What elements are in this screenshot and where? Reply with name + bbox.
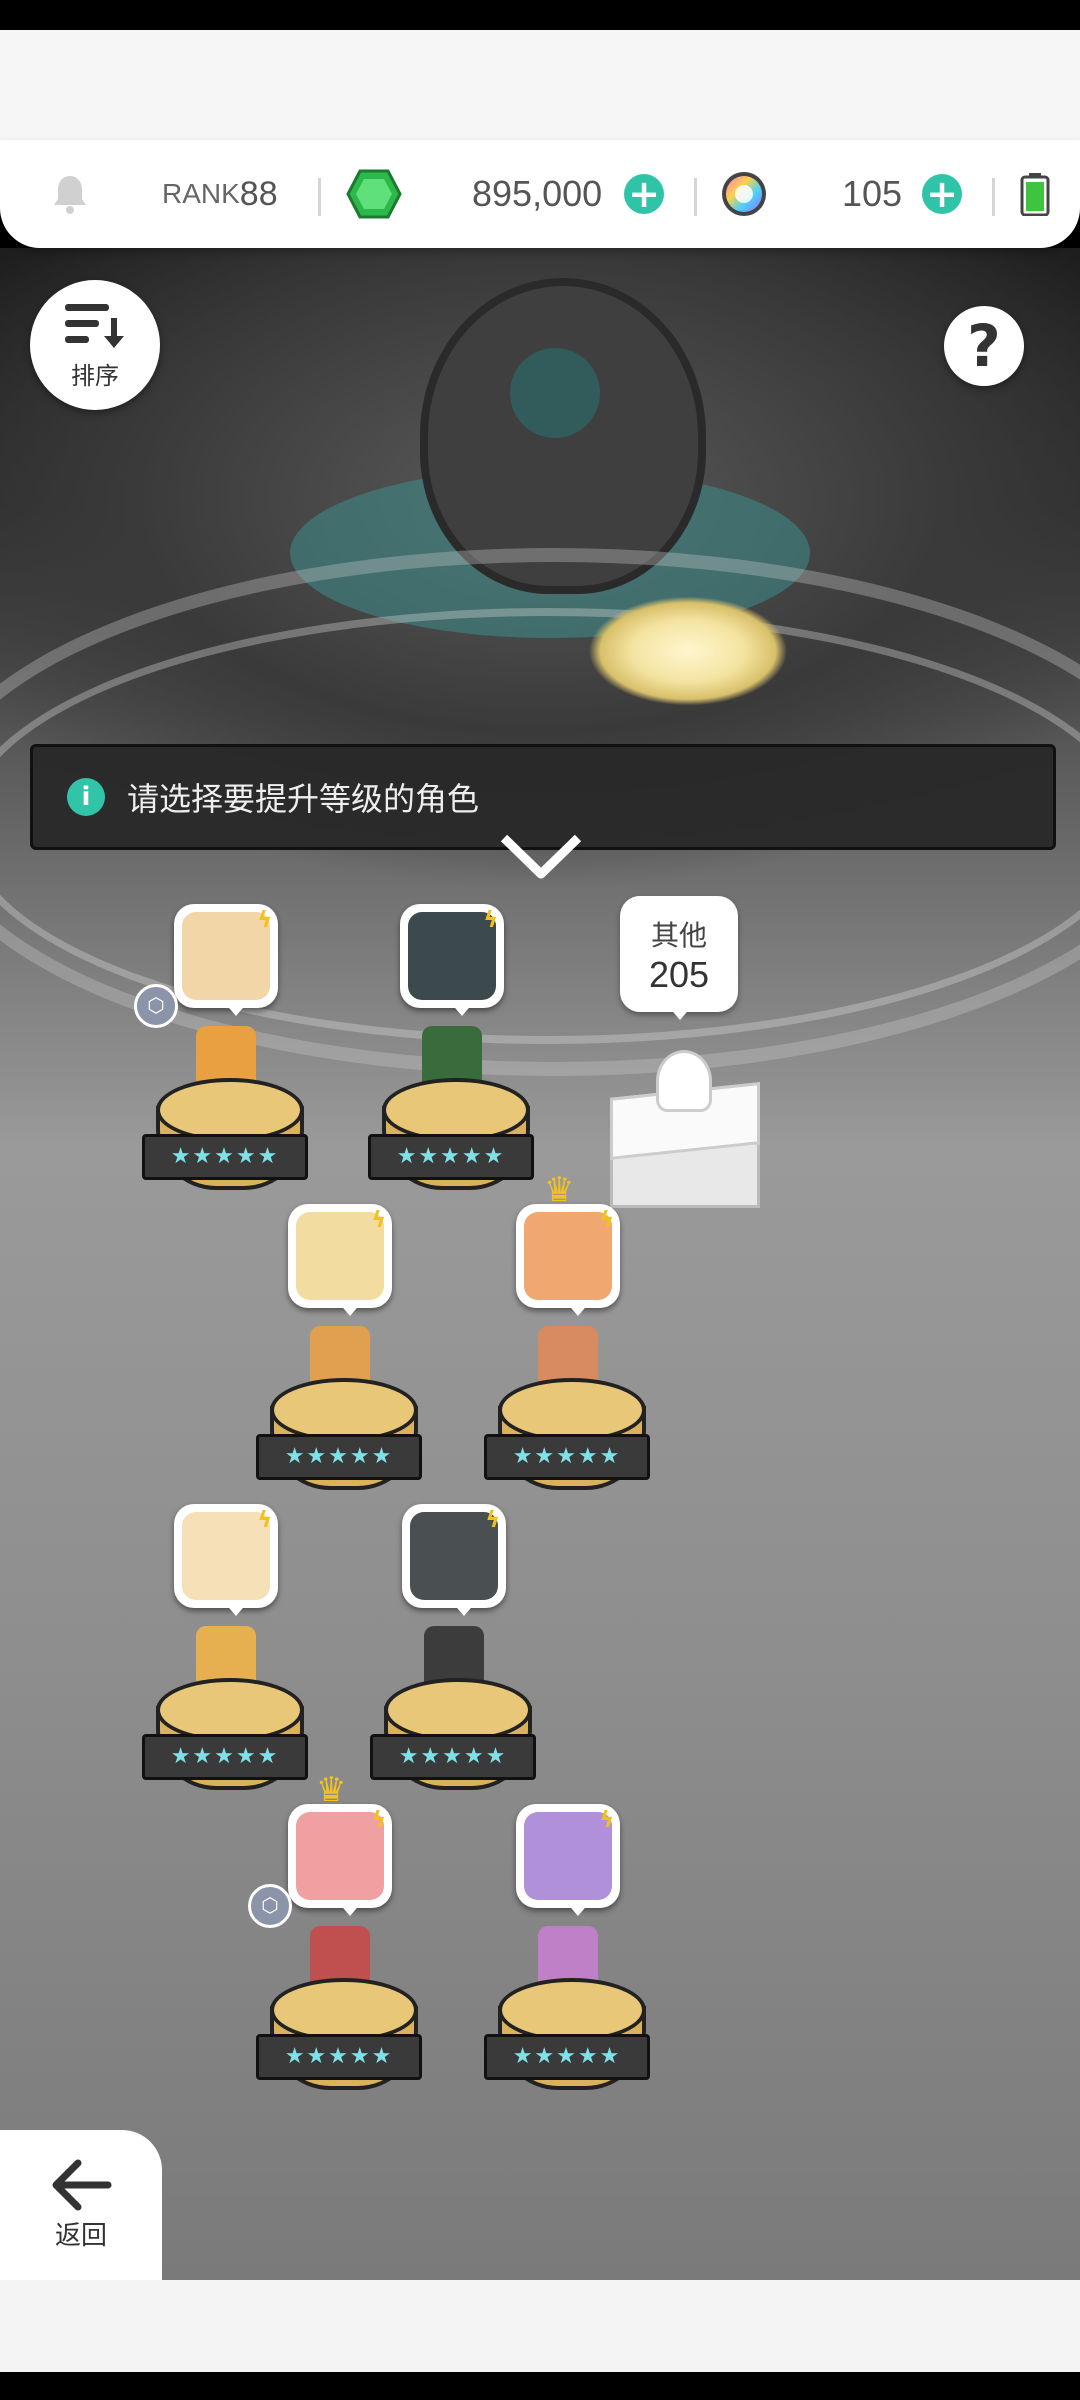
lightning-icon: ϟ bbox=[485, 1508, 500, 1533]
lightning-icon: ϟ bbox=[371, 1208, 386, 1233]
other-count: 205 bbox=[648, 954, 710, 995]
sort-icon bbox=[65, 303, 124, 348]
class-badge-icon: ⬡ bbox=[134, 984, 178, 1028]
lightning-icon: ϟ bbox=[599, 1208, 614, 1233]
divider bbox=[992, 178, 995, 216]
add-gems-button[interactable]: + bbox=[624, 140, 664, 248]
star-rating: ★★★★★ bbox=[368, 1134, 534, 1180]
orb-count: 105 bbox=[842, 173, 903, 214]
sort-label: 排序 bbox=[71, 361, 119, 390]
divider bbox=[318, 178, 321, 216]
rainbow-orb-icon bbox=[720, 140, 768, 248]
character-portrait: ϟ bbox=[174, 904, 278, 1016]
star-rating: ★★★★★ bbox=[256, 1434, 422, 1480]
character-slot-7[interactable]: ♛ ϟ ⬡ ★★★★★ bbox=[248, 1770, 424, 2134]
star-rating: ★★★★★ bbox=[142, 1134, 308, 1180]
character-portrait: ϟ bbox=[288, 1204, 392, 1316]
glowing-gear-icon bbox=[588, 596, 788, 706]
star-rating: ★★★★★ bbox=[142, 1734, 308, 1780]
character-slot-1[interactable]: ϟ ⬡ ★★★★★ bbox=[134, 904, 310, 1234]
star-rating: ★★★★★ bbox=[484, 1434, 650, 1480]
other-label: 其他 bbox=[650, 919, 707, 952]
battery-icon bbox=[1020, 140, 1050, 248]
altar-core bbox=[510, 348, 600, 438]
top-area bbox=[0, 30, 1080, 140]
divider bbox=[694, 178, 697, 216]
chevron-down-icon[interactable] bbox=[498, 830, 584, 882]
lightning-icon: ϟ bbox=[371, 1808, 386, 1833]
character-slot-6[interactable]: ϟ ★★★★★ bbox=[370, 1504, 538, 1834]
rank-prefix: RANK bbox=[162, 178, 240, 209]
back-arrow-icon bbox=[52, 2159, 112, 2210]
back-button[interactable]: 返回 bbox=[0, 2130, 162, 2280]
star-rating: ★★★★★ bbox=[256, 2034, 422, 2080]
lightning-icon: ϟ bbox=[483, 908, 498, 933]
lightning-icon: ϟ bbox=[257, 1508, 272, 1533]
character-portrait: ϟ bbox=[288, 1804, 392, 1916]
info-icon: i bbox=[67, 778, 105, 816]
character-portrait: ϟ bbox=[402, 1504, 506, 1616]
system-nav-bar bbox=[0, 2372, 1080, 2400]
gem-icon bbox=[346, 140, 402, 248]
character-portrait: ϟ bbox=[174, 1504, 278, 1616]
character-portrait: ϟ bbox=[400, 904, 504, 1016]
plus-icon: + bbox=[624, 174, 664, 214]
character-slot-3[interactable]: ϟ ★★★★★ bbox=[256, 1204, 424, 1534]
character-slot-8[interactable]: ϟ ★★★★★ bbox=[484, 1804, 652, 2134]
class-badge-icon: ⬡ bbox=[248, 1884, 292, 1928]
character-slot-4[interactable]: ♛ ϟ ★★★★★ bbox=[484, 1170, 652, 1534]
resource-bar: RANK 88 895,000 + 105 + bbox=[0, 140, 1080, 248]
other-characters-bubble[interactable]: 其他 205 bbox=[620, 896, 738, 1020]
character-slot-5[interactable]: ϟ ★★★★★ bbox=[142, 1504, 310, 1834]
help-button[interactable]: ? bbox=[944, 306, 1024, 386]
help-icon: ? bbox=[967, 312, 1001, 380]
rank-value: 88 bbox=[239, 174, 278, 213]
banner-message: 请选择要提升等级的角色 bbox=[127, 780, 480, 818]
bell-icon[interactable] bbox=[50, 140, 90, 248]
lightning-icon: ϟ bbox=[257, 908, 272, 933]
character-portrait: ϟ bbox=[516, 1204, 620, 1316]
character-portrait: ϟ bbox=[516, 1804, 620, 1916]
lightning-icon: ϟ bbox=[599, 1808, 614, 1833]
plus-icon: + bbox=[922, 174, 962, 214]
star-rating: ★★★★★ bbox=[484, 2034, 650, 2080]
add-orbs-button[interactable]: + bbox=[922, 140, 962, 248]
status-bar bbox=[0, 0, 1080, 30]
character-slot-2[interactable]: ϟ ★★★★★ bbox=[368, 904, 536, 1234]
gem-count: 895,000 bbox=[472, 173, 603, 214]
back-label: 返回 bbox=[54, 2220, 107, 2251]
rank-display: RANK 88 bbox=[162, 140, 278, 248]
bottom-strip bbox=[0, 2280, 1080, 2372]
sort-button[interactable]: 排序 bbox=[30, 280, 160, 410]
other-characters-pedestal[interactable] bbox=[610, 1050, 760, 1208]
star-rating: ★★★★★ bbox=[370, 1734, 536, 1780]
